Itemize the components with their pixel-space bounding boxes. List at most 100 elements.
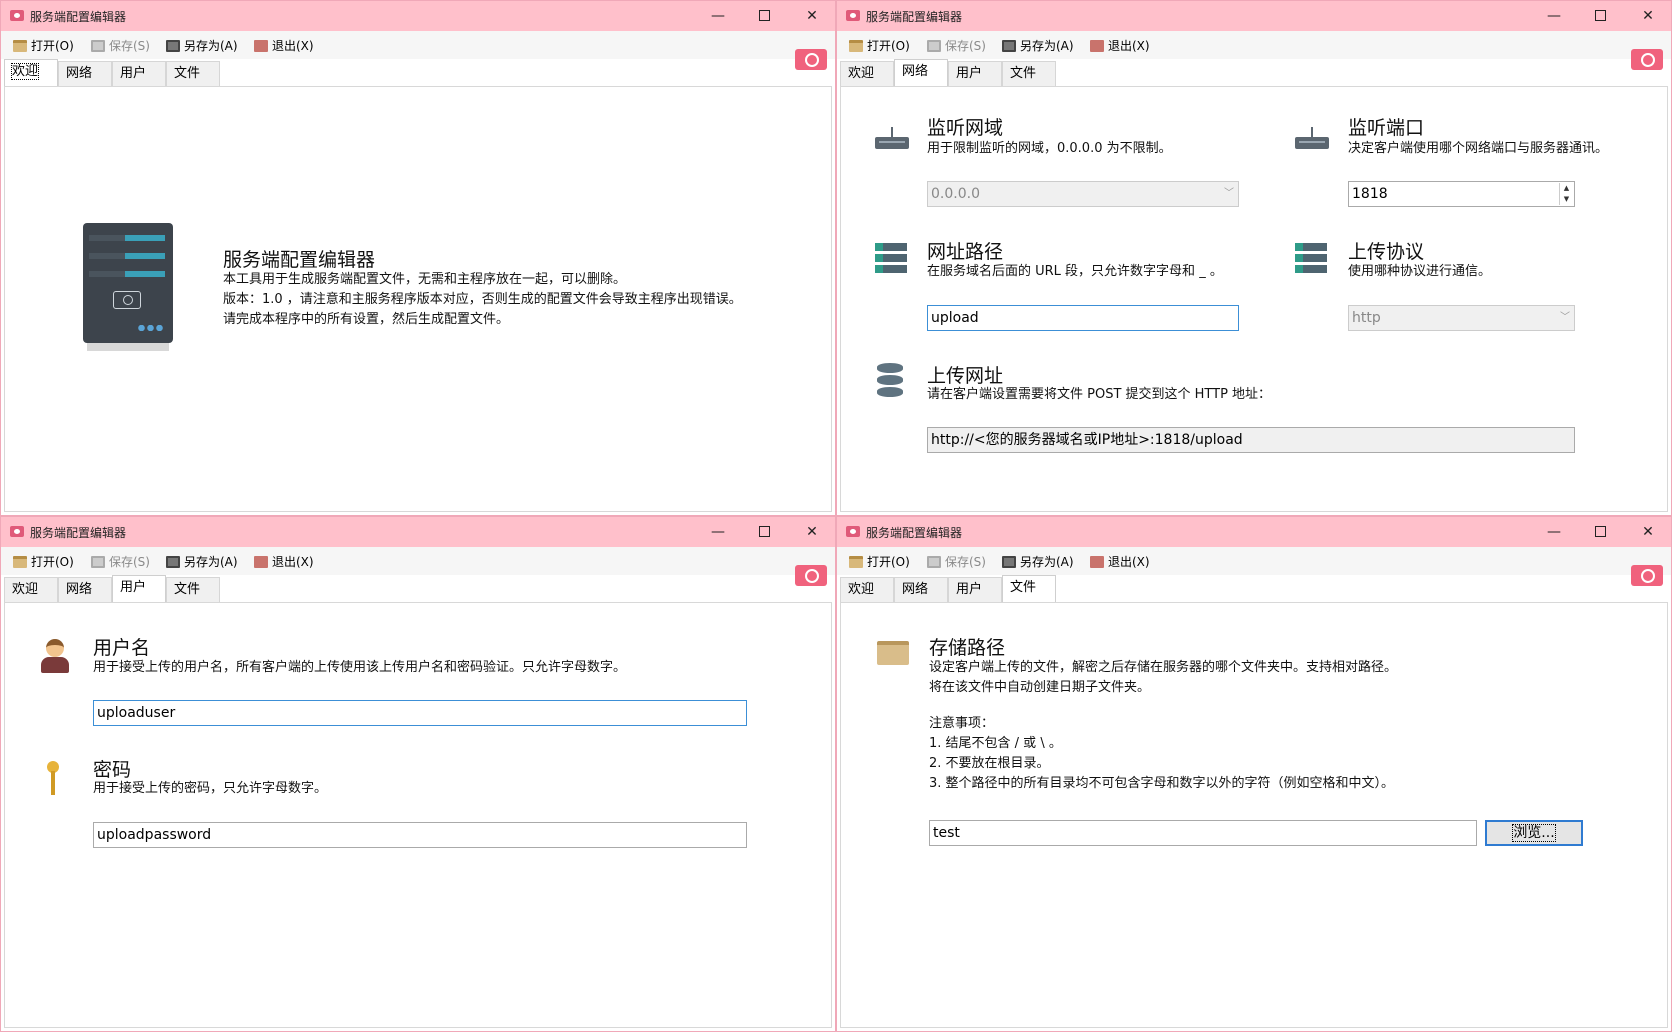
username-input[interactable]: uploaduser — [93, 700, 747, 726]
app-camera-icon — [10, 10, 24, 21]
note-1: 1. 结尾不包含 / 或 \ 。 — [929, 736, 1062, 751]
tab-user[interactable]: 用户 — [948, 577, 1002, 602]
title-bar[interactable]: 服务端配置编辑器 — ✕ — [837, 1, 1671, 31]
exit-button[interactable]: 退出(X) — [1090, 37, 1150, 54]
save-button[interactable]: 保存(S) — [927, 37, 986, 54]
save-as-label: 另存为(A) — [1020, 39, 1074, 53]
save-label: 保存(S) — [109, 39, 150, 53]
tab-bar: 欢迎 网络 用户 文件 — [4, 59, 220, 86]
title-bar[interactable]: 服务端配置编辑器 — ✕ — [1, 517, 835, 547]
listen-port-stepper[interactable]: 1818 ▲ ▼ — [1348, 181, 1575, 207]
tab-welcome-label: 欢迎 — [10, 63, 40, 80]
server-rack-icon — [1295, 243, 1327, 273]
tab-welcome[interactable]: 欢迎 — [4, 577, 58, 602]
save-as-label: 另存为(A) — [184, 39, 238, 53]
tab-welcome[interactable]: 欢迎 — [840, 577, 894, 602]
maximize-button[interactable] — [1591, 7, 1609, 25]
title-bar[interactable]: 服务端配置编辑器 — ✕ — [1, 1, 835, 31]
open-button[interactable]: 打开(O) — [849, 37, 910, 54]
listen-domain-value: 0.0.0.0 — [931, 186, 980, 202]
toolbar: 打开(O) 保存(S) 另存为(A) 退出(X) — [837, 547, 1671, 575]
password-desc: 用于接受上传的密码，只允许字母数字。 — [93, 781, 328, 796]
title-bar[interactable]: 服务端配置编辑器 — ✕ — [837, 517, 1671, 547]
storage-path-desc-2: 将在该文件中自动创建日期子文件夹。 — [929, 680, 1151, 695]
upload-url-field[interactable]: http://<您的服务器域名或IP地址>:1818/upload — [927, 427, 1575, 453]
tab-user[interactable]: 用户 — [948, 61, 1002, 86]
exit-button[interactable]: 退出(X) — [254, 553, 314, 570]
tab-user[interactable]: 用户 — [112, 575, 166, 602]
tab-welcome[interactable]: 欢迎 — [4, 59, 58, 86]
welcome-line-3: 请完成本程序中的所有设置，然后生成配置文件。 — [223, 312, 510, 327]
exit-shoe-icon — [1090, 555, 1104, 568]
tab-welcome[interactable]: 欢迎 — [840, 61, 894, 86]
save-as-button[interactable]: 另存为(A) — [166, 553, 238, 570]
exit-button[interactable]: 退出(X) — [1090, 553, 1150, 570]
minimize-button[interactable]: — — [709, 523, 727, 541]
folder-open-icon — [849, 39, 863, 52]
tab-file[interactable]: 文件 — [1002, 575, 1056, 602]
toolbar: 打开(O) 保存(S) 另存为(A) 退出(X) — [837, 31, 1671, 59]
open-label: 打开(O) — [31, 555, 74, 569]
maximize-icon — [1594, 526, 1606, 537]
minimize-button[interactable]: — — [709, 7, 727, 25]
tab-file[interactable]: 文件 — [166, 61, 220, 86]
upload-protocol-select[interactable]: http ﹀ — [1348, 305, 1575, 331]
database-icon — [877, 363, 903, 397]
save-button[interactable]: 保存(S) — [927, 553, 986, 570]
window-title: 服务端配置编辑器 — [30, 526, 127, 540]
window-title: 服务端配置编辑器 — [30, 10, 127, 24]
maximize-button[interactable] — [1591, 523, 1609, 541]
maximize-icon — [758, 10, 770, 21]
tab-network[interactable]: 网络 — [894, 577, 948, 602]
listen-domain-desc: 用于限制监听的网域，0.0.0.0 为不限制。 — [927, 141, 1172, 156]
camera-logo-icon — [1631, 49, 1663, 70]
open-button[interactable]: 打开(O) — [849, 553, 910, 570]
url-path-input[interactable]: upload — [927, 305, 1239, 331]
tab-file[interactable]: 文件 — [166, 577, 220, 602]
floppy-disk-icon — [1002, 39, 1016, 52]
maximize-button[interactable] — [755, 523, 773, 541]
floppy-disk-icon — [927, 39, 941, 52]
tab-network[interactable]: 网络 — [58, 61, 112, 86]
upload-protocol-title: 上传协议 — [1348, 241, 1425, 263]
user-avatar-icon — [41, 639, 69, 673]
folder-icon — [877, 641, 909, 665]
exit-label: 退出(X) — [1108, 39, 1150, 53]
close-button[interactable]: ✕ — [1639, 523, 1657, 541]
tab-user[interactable]: 用户 — [112, 61, 166, 86]
browse-button[interactable]: 浏览... — [1485, 820, 1583, 846]
close-button[interactable]: ✕ — [803, 523, 821, 541]
save-button[interactable]: 保存(S) — [91, 553, 150, 570]
close-button[interactable]: ✕ — [803, 7, 821, 25]
listen-domain-select[interactable]: 0.0.0.0 ﹀ — [927, 181, 1239, 207]
storage-path-input[interactable]: test — [929, 820, 1477, 846]
password-input[interactable]: uploadpassword — [93, 822, 747, 848]
server-icon — [83, 223, 173, 343]
minimize-button[interactable]: — — [1545, 7, 1563, 25]
spin-buttons[interactable]: ▲ ▼ — [1559, 183, 1573, 205]
app-camera-icon — [846, 526, 860, 537]
minimize-button[interactable]: — — [1545, 523, 1563, 541]
exit-button[interactable]: 退出(X) — [254, 37, 314, 54]
router-icon — [875, 127, 909, 149]
open-button[interactable]: 打开(O) — [13, 37, 74, 54]
window-title: 服务端配置编辑器 — [866, 10, 963, 24]
chevron-down-icon: ﹀ — [1560, 312, 1570, 323]
tab-network[interactable]: 网络 — [58, 577, 112, 602]
save-as-button[interactable]: 另存为(A) — [1002, 37, 1074, 54]
close-button[interactable]: ✕ — [1639, 7, 1657, 25]
open-button[interactable]: 打开(O) — [13, 553, 74, 570]
save-button[interactable]: 保存(S) — [91, 37, 150, 54]
maximize-button[interactable] — [755, 7, 773, 25]
spin-up-icon[interactable]: ▲ — [1560, 183, 1573, 194]
exit-shoe-icon — [1090, 39, 1104, 52]
tab-network[interactable]: 网络 — [894, 59, 948, 86]
toolbar: 打开(O) 保存(S) 另存为(A) 退出(X) — [1, 547, 835, 575]
browse-label: 浏览... — [1512, 824, 1556, 842]
save-as-button[interactable]: 另存为(A) — [166, 37, 238, 54]
folder-open-icon — [13, 39, 27, 52]
save-as-button[interactable]: 另存为(A) — [1002, 553, 1074, 570]
spin-down-icon[interactable]: ▼ — [1560, 194, 1573, 205]
save-label: 保存(S) — [945, 555, 986, 569]
tab-file[interactable]: 文件 — [1002, 61, 1056, 86]
